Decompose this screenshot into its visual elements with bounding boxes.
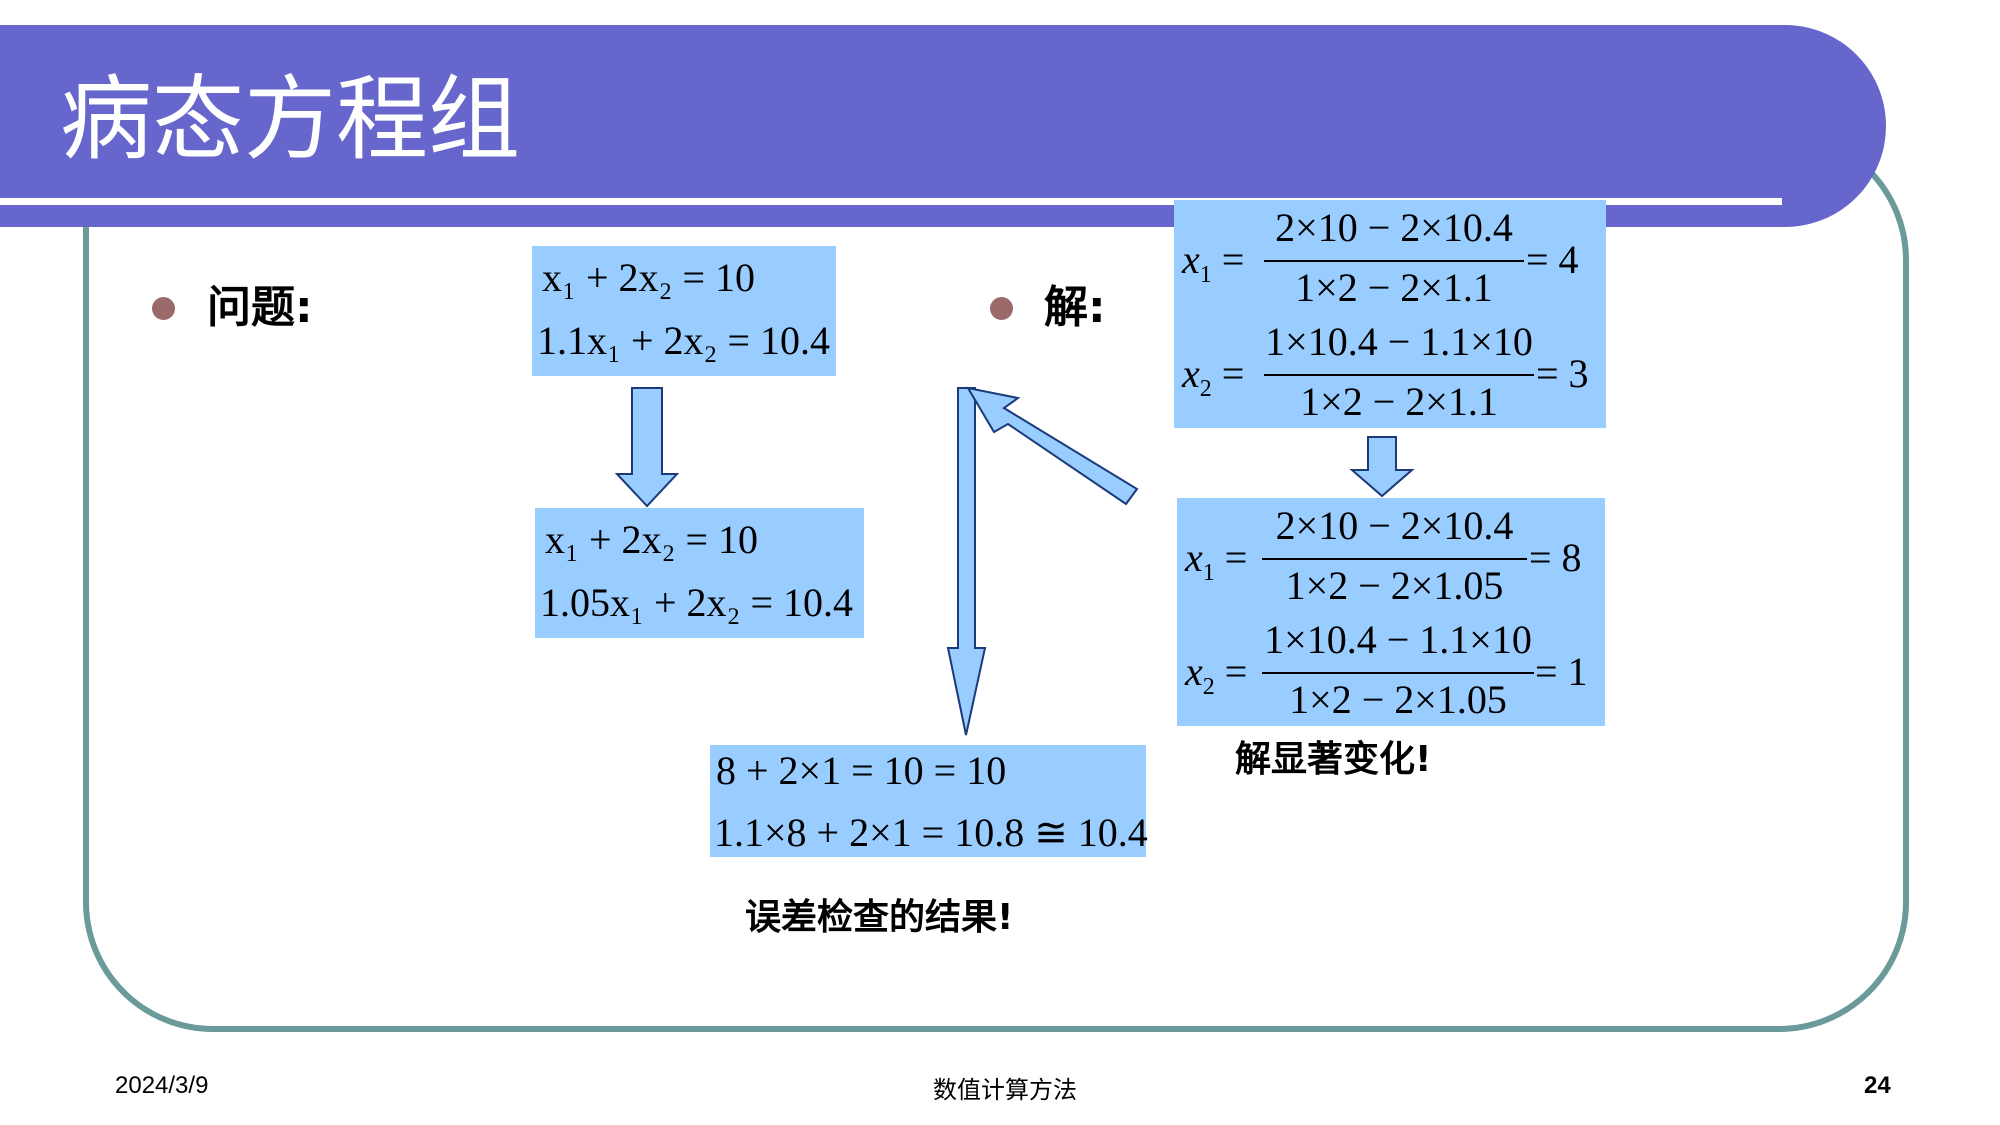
arrow-layer xyxy=(614,386,1415,736)
up-arrow-icon xyxy=(946,387,987,736)
footer-course: 数值计算方法 xyxy=(933,1076,1077,1104)
footer-date: 2024/3/9 xyxy=(115,1072,209,1099)
down-arrow-icon xyxy=(1349,436,1415,498)
page-number: 24 xyxy=(1864,1072,1891,1099)
diagonal-arrow-icon xyxy=(965,386,1139,506)
down-arrow-icon xyxy=(614,387,680,508)
